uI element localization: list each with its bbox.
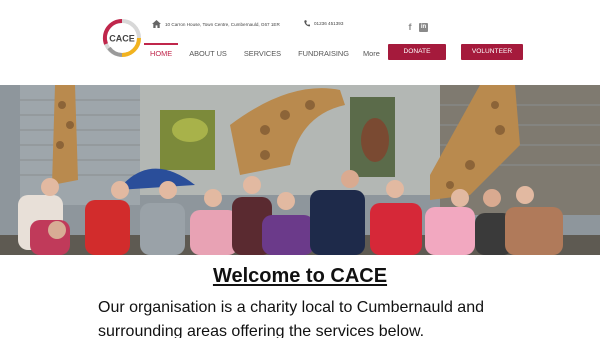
home-icon bbox=[152, 20, 161, 28]
social-links: f in bbox=[406, 22, 428, 32]
nav-item-about-us[interactable]: ABOUT US bbox=[189, 43, 227, 58]
phone-number: 01236 451393 bbox=[314, 21, 344, 26]
address-text: 10 Carron House, Town Centre, Cumbernaul… bbox=[165, 21, 280, 27]
hero-photo bbox=[0, 85, 600, 255]
volunteer-button[interactable]: VOLUNTEER bbox=[461, 44, 523, 60]
cace-logo[interactable]: CACE bbox=[101, 17, 143, 59]
logo-text: CACE bbox=[109, 34, 135, 44]
nav-item-services[interactable]: SERVICES bbox=[244, 43, 281, 58]
donate-button[interactable]: DONATE bbox=[388, 44, 446, 60]
nav-item-more[interactable]: More bbox=[363, 43, 380, 58]
phone-icon bbox=[304, 20, 310, 27]
facebook-icon[interactable]: f bbox=[406, 22, 414, 32]
nav-item-fundraising[interactable]: FUNDRAISING bbox=[298, 43, 349, 58]
welcome-heading: Welcome to CACE bbox=[212, 265, 388, 287]
logo-ring-icon: CACE bbox=[102, 18, 141, 57]
linkedin-icon[interactable]: in bbox=[419, 22, 428, 32]
intro-paragraph: Our organisation is a charity local to C… bbox=[98, 299, 484, 338]
address: 10 Carron House, Town Centre, Cumbernaul… bbox=[152, 20, 280, 28]
nav-item-home[interactable]: HOME bbox=[143, 43, 179, 58]
group-photo-icon bbox=[0, 85, 600, 255]
main-nav: HOME ABOUT US SERVICES FUNDRAISING More bbox=[143, 43, 380, 58]
phone[interactable]: 01236 451393 bbox=[304, 20, 343, 27]
